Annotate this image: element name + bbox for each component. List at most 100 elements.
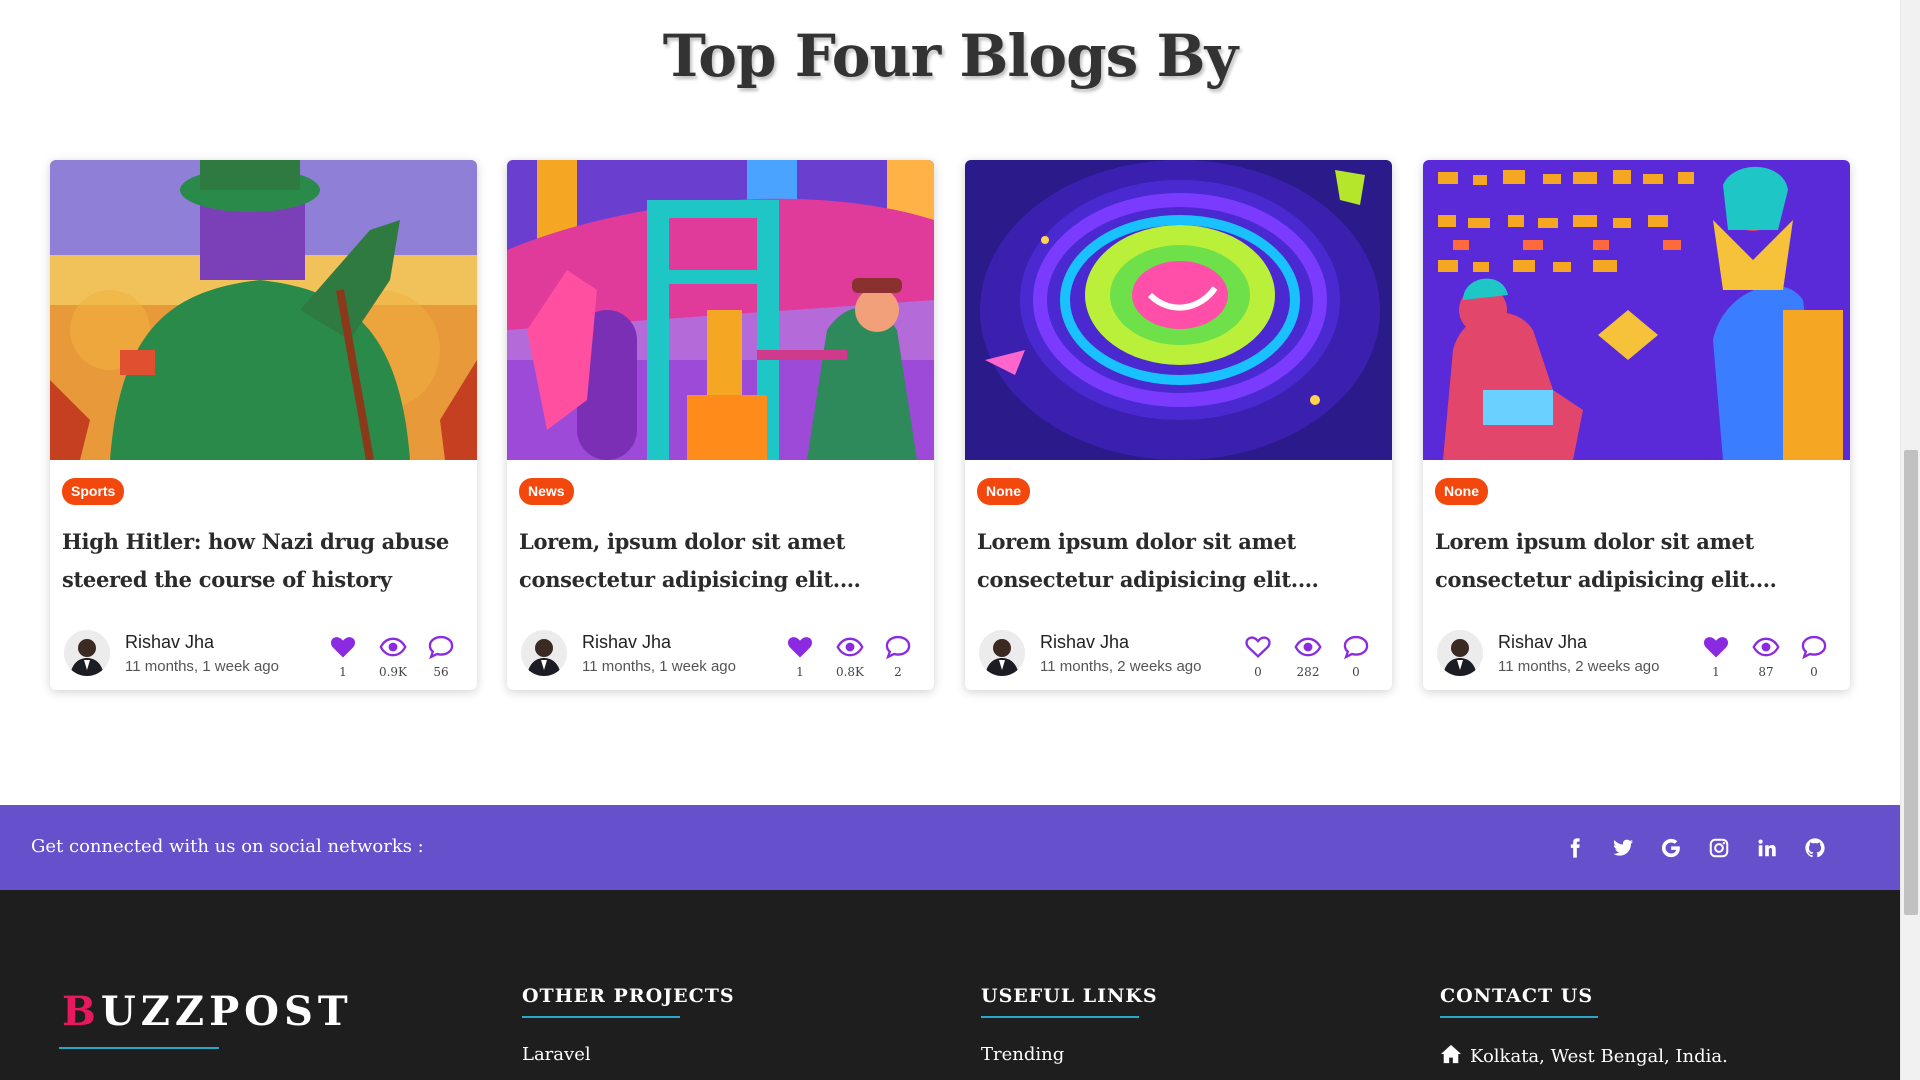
comment-icon[interactable] [883, 633, 913, 661]
google-icon[interactable] [1656, 830, 1686, 866]
footer-column-title: USEFUL LINKS [981, 985, 1158, 1007]
view-stat: 282 [1288, 633, 1328, 679]
page-scrollbar[interactable] [1900, 0, 1920, 1080]
contact-address: Kolkata, West Bengal, India. [1440, 1044, 1728, 1067]
social-icons [1560, 830, 1860, 866]
blog-card-image[interactable] [965, 160, 1392, 460]
footer-link-laravel[interactable]: Laravel [522, 1044, 735, 1065]
section-title: Top Four Blogs By [662, 22, 1238, 90]
brand-underline [59, 1047, 219, 1049]
eye-icon [379, 637, 407, 657]
comment-stat[interactable]: 0 [1794, 633, 1834, 679]
comment-count: 2 [894, 665, 902, 679]
view-count: 0.9K [378, 665, 408, 679]
view-stat: 0.8K [830, 633, 870, 679]
view-count: 87 [1758, 665, 1774, 679]
author-info: Rishav Jha 11 months, 2 weeks ago [1437, 630, 1687, 680]
footer-contact: CONTACT US Kolkata, West Bengal, India. [1440, 985, 1728, 1067]
post-stats: 1 0.9K 56 [323, 633, 463, 683]
linkedin-icon[interactable] [1752, 830, 1782, 866]
view-count: 282 [1296, 665, 1320, 679]
heart-filled-icon[interactable] [1701, 633, 1731, 661]
like-count: 1 [796, 665, 804, 679]
avatar [1437, 630, 1483, 676]
heart-filled-icon[interactable] [785, 633, 815, 661]
like-stat[interactable]: 1 [323, 633, 363, 679]
page: Top Four Blogs By Sports High Hitler: ho… [0, 0, 1900, 1080]
footer-column-underline [522, 1016, 680, 1018]
instagram-icon[interactable] [1704, 830, 1734, 866]
author-info: Rishav Jha 11 months, 2 weeks ago [979, 630, 1229, 680]
post-stats: 1 87 0 [1696, 633, 1836, 683]
brand-rest: UZZPOST [100, 988, 353, 1035]
home-icon [1441, 1044, 1461, 1064]
comment-count: 0 [1352, 665, 1360, 679]
footer-other-projects: OTHER PROJECTS Laravel [522, 985, 735, 1065]
footer: BUZZPOST OTHER PROJECTS Laravel USEFUL L… [0, 890, 1900, 1080]
heart-filled-icon[interactable] [328, 633, 358, 661]
author-name[interactable]: Rishav Jha [1040, 632, 1129, 653]
scrollbar-thumb[interactable] [1904, 450, 1918, 915]
post-stats: 0 282 0 [1238, 633, 1378, 683]
comment-stat[interactable]: 0 [1336, 633, 1376, 679]
post-time: 11 months, 2 weeks ago [1498, 658, 1660, 675]
comment-icon[interactable] [1799, 633, 1829, 661]
comment-count: 0 [1810, 665, 1818, 679]
blog-title[interactable]: Lorem ipsum dolor sit amet consectetur a… [1435, 523, 1840, 599]
eye-icon [1294, 637, 1322, 657]
social-bar: Get connected with us on social networks… [0, 805, 1900, 890]
post-stats: 1 0.8K 2 [780, 633, 920, 683]
post-time: 11 months, 1 week ago [582, 658, 736, 675]
comment-icon[interactable] [1341, 633, 1371, 661]
view-stat: 0.9K [373, 633, 413, 679]
blog-card-image[interactable] [507, 160, 934, 460]
footer-column-underline [1440, 1016, 1598, 1018]
comment-stat[interactable]: 56 [421, 633, 461, 679]
blog-title[interactable]: High Hitler: how Nazi drug abuse steered… [62, 523, 467, 599]
blog-card[interactable]: Sports High Hitler: how Nazi drug abuse … [50, 160, 477, 690]
blog-card[interactable]: News Lorem, ipsum dolor sit amet consect… [507, 160, 934, 690]
blog-cards: Sports High Hitler: how Nazi drug abuse … [50, 160, 1850, 690]
post-time: 11 months, 2 weeks ago [1040, 658, 1202, 675]
eye-icon [1752, 637, 1780, 657]
footer-link-trending[interactable]: Trending [981, 1044, 1158, 1065]
like-stat[interactable]: 1 [1696, 633, 1736, 679]
author-name[interactable]: Rishav Jha [582, 632, 671, 653]
footer-useful-links: USEFUL LINKS Trending [981, 985, 1158, 1065]
brand-logo[interactable]: BUZZPOST [62, 988, 353, 1035]
heart-outline-icon[interactable] [1243, 633, 1273, 661]
twitter-icon[interactable] [1608, 830, 1638, 866]
view-count: 0.8K [835, 665, 865, 679]
author-name[interactable]: Rishav Jha [125, 632, 214, 653]
blog-card-image[interactable] [50, 160, 477, 460]
github-icon[interactable] [1800, 830, 1830, 866]
category-badge[interactable]: News [519, 478, 574, 505]
comment-count: 56 [433, 665, 449, 679]
like-count: 1 [339, 665, 347, 679]
blog-card-image[interactable] [1423, 160, 1850, 460]
category-badge[interactable]: Sports [62, 478, 125, 505]
category-badge[interactable]: None [1435, 478, 1488, 505]
blog-card[interactable]: None Lorem ipsum dolor sit amet consecte… [1423, 160, 1850, 690]
like-stat[interactable]: 1 [780, 633, 820, 679]
social-text: Get connected with us on social networks… [31, 836, 424, 857]
like-stat[interactable]: 0 [1238, 633, 1278, 679]
eye-icon [836, 637, 864, 657]
comment-stat[interactable]: 2 [878, 633, 918, 679]
category-badge[interactable]: None [977, 478, 1030, 505]
blog-card[interactable]: None Lorem ipsum dolor sit amet consecte… [965, 160, 1392, 690]
facebook-icon[interactable] [1560, 830, 1590, 866]
author-info: Rishav Jha 11 months, 1 week ago [521, 630, 771, 680]
blog-title[interactable]: Lorem, ipsum dolor sit amet consectetur … [519, 523, 924, 599]
blog-title[interactable]: Lorem ipsum dolor sit amet consectetur a… [977, 523, 1382, 599]
like-count: 1 [1712, 665, 1720, 679]
author-name[interactable]: Rishav Jha [1498, 632, 1587, 653]
author-info: Rishav Jha 11 months, 1 week ago [64, 630, 314, 680]
contact-address-text: Kolkata, West Bengal, India. [1470, 1046, 1728, 1067]
avatar [64, 630, 110, 676]
comment-icon[interactable] [426, 633, 456, 661]
avatar [521, 630, 567, 676]
view-stat: 87 [1746, 633, 1786, 679]
footer-column-title: CONTACT US [1440, 985, 1594, 1007]
post-time: 11 months, 1 week ago [125, 658, 279, 675]
